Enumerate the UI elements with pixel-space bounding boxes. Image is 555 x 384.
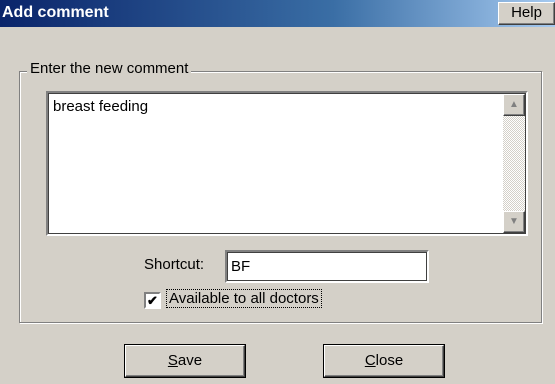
close-label-rest: lose: [375, 352, 404, 369]
available-to-all-checkbox[interactable]: ✔: [144, 292, 161, 309]
available-to-all-label[interactable]: Available to all doctors: [166, 289, 322, 308]
close-button[interactable]: Close: [324, 345, 444, 377]
close-accel: C: [364, 352, 376, 369]
comment-scrollbar[interactable]: ▲ ▼: [503, 94, 525, 233]
window-title: Add comment: [2, 4, 109, 21]
shortcut-label: Shortcut:: [144, 256, 205, 273]
title-bar: Add comment Help: [0, 0, 555, 27]
comment-text: breast feeding: [53, 98, 149, 115]
scroll-up-icon[interactable]: ▲: [503, 94, 525, 116]
scroll-down-icon[interactable]: ▼: [503, 211, 525, 233]
shortcut-input[interactable]: BF: [225, 250, 429, 283]
comment-textarea[interactable]: breast feeding ▲ ▼: [46, 91, 528, 236]
comment-group-label: Enter the new comment: [27, 60, 192, 77]
save-button[interactable]: Save: [125, 345, 245, 377]
help-button[interactable]: Help: [498, 2, 555, 25]
save-accel: S: [167, 352, 178, 369]
save-label-rest: ave: [177, 352, 203, 369]
